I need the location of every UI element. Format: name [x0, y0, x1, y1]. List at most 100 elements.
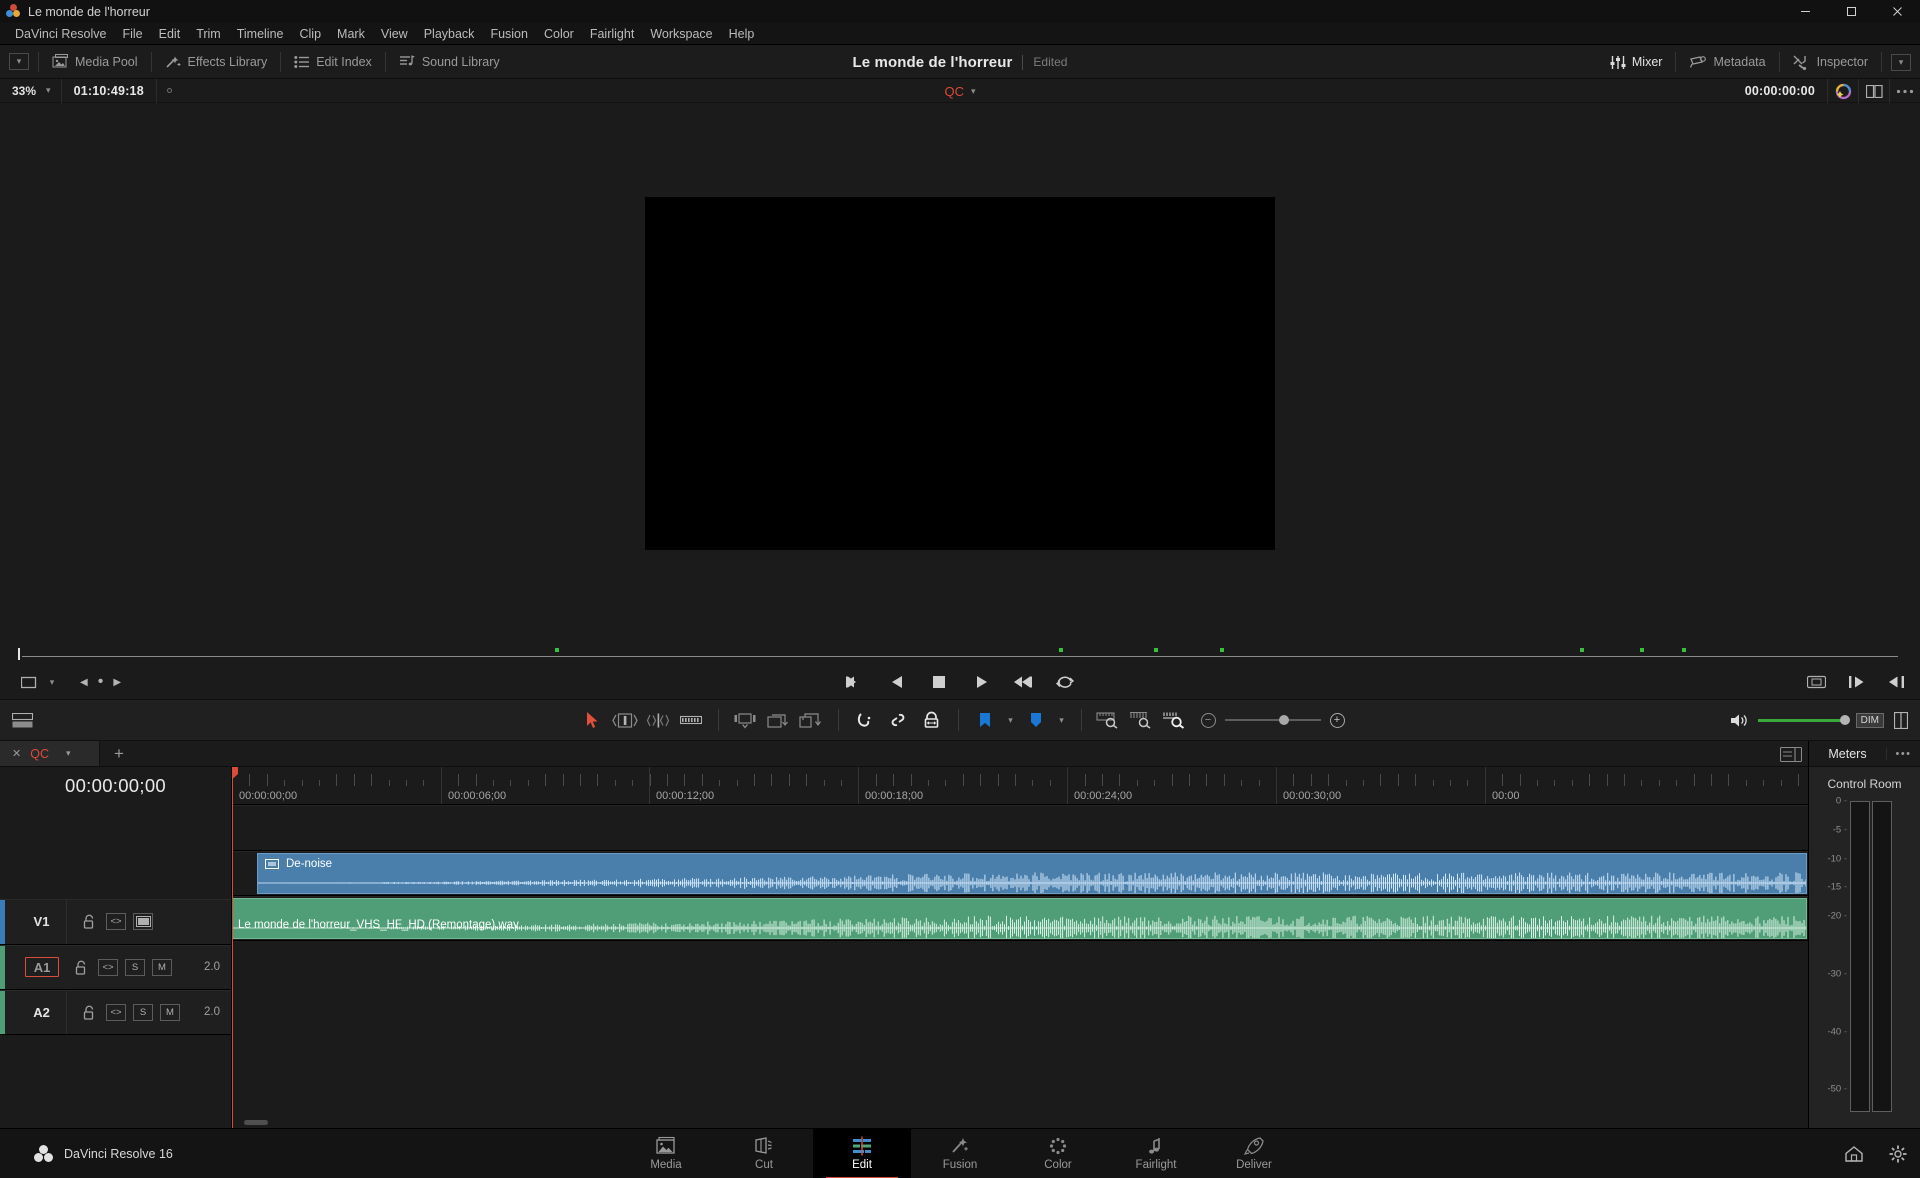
menu-item-clip[interactable]: Clip [292, 23, 330, 45]
volume-slider-handle[interactable] [1839, 714, 1850, 725]
track-name-a1[interactable]: A1 [25, 957, 59, 977]
solo-button-a1[interactable]: S [125, 958, 145, 976]
page-button-media[interactable]: Media [617, 1129, 715, 1178]
split-screen-icon[interactable] [1859, 79, 1889, 103]
enhanced-viewer-icon[interactable] [1828, 79, 1858, 103]
chevron-down-icon[interactable]: ▾ [1891, 53, 1911, 71]
menu-item-color[interactable]: Color [536, 23, 582, 45]
position-lock-icon[interactable] [915, 705, 948, 735]
maximize-button[interactable] [1828, 0, 1874, 23]
menu-item-playback[interactable]: Playback [416, 23, 483, 45]
auto-track-selector-icon[interactable]: <> [98, 958, 118, 976]
track-name-v1[interactable]: V1 [17, 899, 67, 944]
zoom-slider-group[interactable]: − + [1200, 712, 1345, 728]
trim-edit-mode-icon[interactable] [609, 705, 642, 735]
selection-mode-icon[interactable] [576, 705, 609, 735]
jump-to-start-icon[interactable] [841, 668, 869, 696]
unlocked-icon[interactable] [71, 959, 91, 976]
mute-button-a2[interactable]: M [160, 1003, 180, 1021]
scrubber-marker[interactable] [1682, 648, 1686, 652]
track-header-a2[interactable]: A2 <> S M 2.0 [0, 989, 231, 1035]
scrubber-playhead[interactable] [18, 648, 20, 660]
add-timeline-button[interactable]: + [100, 741, 138, 766]
scrubber-marker[interactable] [1580, 648, 1584, 652]
project-manager-icon[interactable] [1832, 1129, 1876, 1178]
menu-item-fusion[interactable]: Fusion [482, 23, 536, 45]
mute-button-a1[interactable]: M [152, 958, 172, 976]
effects-library-button[interactable]: Effects Library [152, 45, 281, 79]
overwrite-clip-icon[interactable] [762, 705, 795, 735]
viewer-canvas[interactable] [645, 196, 1275, 550]
loop-icon[interactable] [1051, 668, 1079, 696]
play-reverse-icon[interactable] [883, 668, 911, 696]
fullscreen-icon[interactable] [1802, 668, 1830, 696]
timeline-track-row[interactable] [232, 805, 1808, 851]
audio-meters-icon[interactable] [1894, 711, 1914, 729]
snapping-icon[interactable] [849, 705, 882, 735]
unlocked-icon[interactable] [79, 913, 99, 930]
chevron-down-icon[interactable]: ▾ [46, 85, 61, 96]
timeline-clip[interactable]: De-noise [257, 853, 1807, 894]
zoom-in-button[interactable]: + [1329, 712, 1345, 728]
chevron-down-icon[interactable]: ▾ [1053, 715, 1071, 726]
page-button-cut[interactable]: Cut [715, 1129, 813, 1178]
menu-item-workspace[interactable]: Workspace [642, 23, 720, 45]
scrollbar-thumb[interactable] [244, 1120, 268, 1125]
close-icon[interactable]: ✕ [12, 747, 21, 760]
page-button-color[interactable]: Color [1009, 1129, 1107, 1178]
stop-icon[interactable] [925, 668, 953, 696]
more-options-icon[interactable] [1890, 79, 1920, 103]
track-name-a2[interactable]: A2 [17, 990, 67, 1034]
auto-track-selector-icon[interactable]: <> [106, 1003, 126, 1021]
edit-index-button[interactable]: Edit Index [281, 45, 385, 79]
speaker-icon[interactable] [1730, 713, 1748, 728]
chevron-down-icon[interactable]: ▾ [1002, 715, 1020, 726]
track-gain-a2[interactable]: 2.0 [204, 1006, 220, 1018]
menu-item-davinci-resolve[interactable]: DaVinci Resolve [7, 23, 114, 45]
flag-icon[interactable] [969, 705, 1002, 735]
video-track-icon[interactable] [133, 913, 153, 930]
play-forward-icon[interactable] [967, 668, 995, 696]
media-pool-button[interactable]: Media Pool [39, 45, 151, 79]
scrubber-marker[interactable] [1640, 648, 1644, 652]
page-button-fairlight[interactable]: Fairlight [1107, 1129, 1205, 1178]
replace-clip-icon[interactable] [795, 705, 828, 735]
menu-item-view[interactable]: View [373, 23, 416, 45]
solo-button-a2[interactable]: S [133, 1003, 153, 1021]
menu-item-file[interactable]: File [114, 23, 150, 45]
track-header-v1[interactable]: V1 <> [0, 898, 231, 945]
mixer-button[interactable]: Mixer [1597, 45, 1676, 79]
chevron-down-icon[interactable]: ▾ [9, 53, 29, 70]
scrubber-track[interactable] [22, 656, 1898, 657]
timeline-ruler[interactable]: 00:00:00;00 00:00:06;00 00:00:12;00 00:00:1… [232, 767, 1808, 805]
zoom-to-fit-icon[interactable] [1092, 705, 1125, 735]
timeline-viewer[interactable] [0, 103, 1920, 643]
menu-item-trim[interactable]: Trim [188, 23, 229, 45]
page-button-fusion[interactable]: Fusion [911, 1129, 1009, 1178]
auto-track-selector-icon[interactable]: <> [106, 913, 126, 930]
menu-item-edit[interactable]: Edit [151, 23, 189, 45]
timeline-display-options-icon[interactable] [1780, 746, 1802, 762]
track-gain-a1[interactable]: 2.0 [204, 961, 220, 973]
timeline-tracks-area[interactable]: 00:00:00;00 00:00:06;00 00:00:12;00 00:00:1… [232, 767, 1808, 1128]
timeline-playhead[interactable] [232, 767, 238, 1128]
out-point-icon[interactable] [1882, 668, 1910, 696]
menu-item-help[interactable]: Help [721, 23, 763, 45]
project-settings-icon[interactable] [1876, 1129, 1920, 1178]
dim-button[interactable]: DIM [1855, 712, 1884, 728]
minimize-button[interactable] [1782, 0, 1828, 23]
menu-item-fairlight[interactable]: Fairlight [582, 23, 642, 45]
unlocked-icon[interactable] [79, 1004, 99, 1021]
timeline-horizontal-scrollbar[interactable] [232, 1117, 1808, 1128]
detail-zoom-icon[interactable] [1125, 705, 1158, 735]
zoom-slider-handle[interactable] [1278, 715, 1289, 725]
metadata-button[interactable]: Metadata [1676, 45, 1778, 79]
in-point-icon[interactable] [1842, 668, 1870, 696]
scrubber-marker[interactable] [555, 648, 559, 652]
marker-icon[interactable] [1020, 705, 1053, 735]
zoom-out-button[interactable]: − [1200, 712, 1216, 728]
scrubber-marker[interactable] [1220, 648, 1224, 652]
timeline-track-row[interactable]: Le monde de l'horreur_VHS_HF_HD (Remonta… [232, 896, 1808, 941]
chevron-down-icon[interactable]: ▾ [66, 748, 71, 759]
custom-zoom-icon[interactable] [1158, 705, 1191, 735]
